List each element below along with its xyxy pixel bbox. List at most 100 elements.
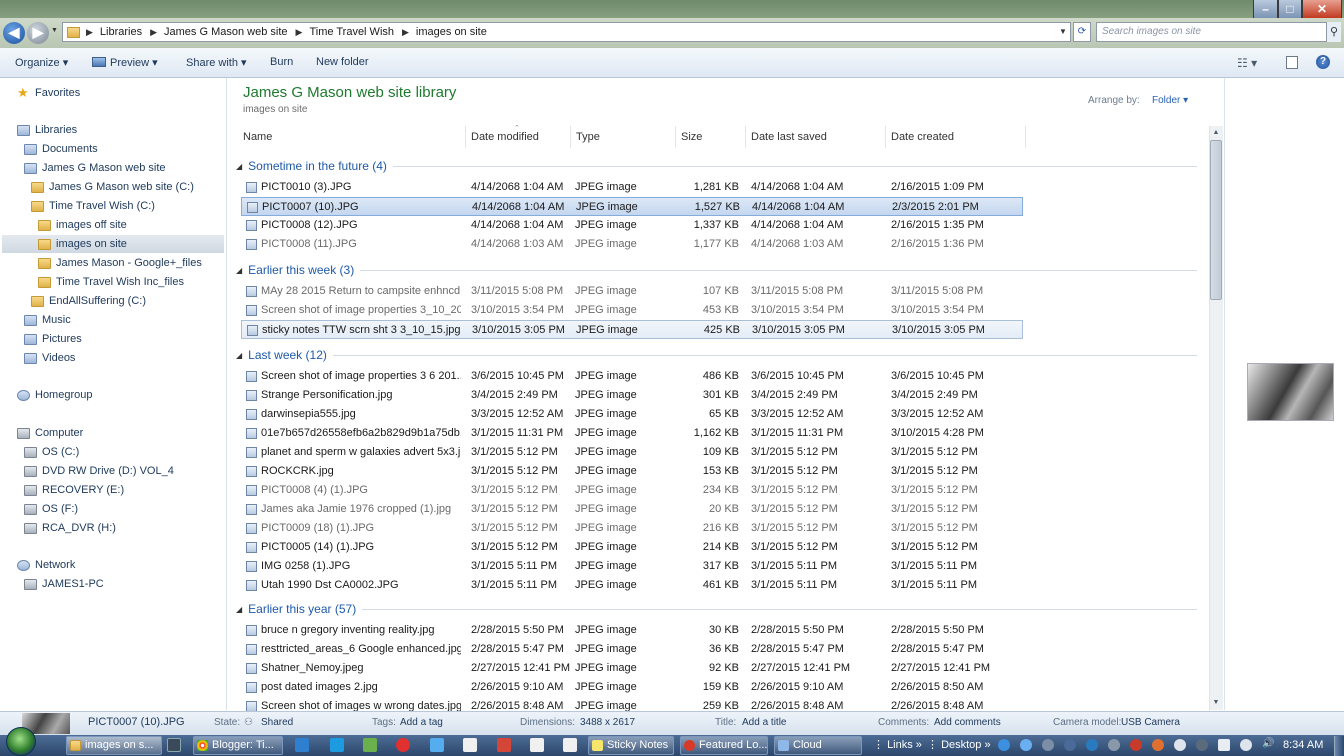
flag-icon[interactable] [1218, 739, 1230, 751]
sidebar-item-images-on-site[interactable]: images on site [2, 235, 224, 253]
view-options-icon[interactable]: ☷ ▾ [1237, 56, 1257, 70]
new-folder-button[interactable]: New folder [316, 56, 369, 68]
taskbar-cloud[interactable]: Cloud [774, 736, 862, 755]
refresh-icon[interactable]: ⟳ [1073, 22, 1091, 42]
app-icon[interactable] [363, 738, 377, 752]
show-desktop-button[interactable] [1334, 736, 1344, 756]
tray-icon[interactable] [1064, 739, 1076, 751]
collapse-triangle-icon[interactable]: ◢ [236, 351, 242, 360]
address-bar[interactable]: ▶ Libraries ▶ James G Mason web site ▶ T… [62, 22, 1071, 42]
recent-pages-chevron-icon[interactable]: ▼ [51, 27, 58, 34]
column-header-date-created[interactable]: Date created [891, 131, 954, 143]
group-header[interactable]: ◢ Sometime in the future (4) [236, 158, 1197, 174]
taskbar-explorer[interactable]: images on s... [66, 736, 162, 755]
preview-pane-icon[interactable] [1286, 56, 1298, 69]
file-row[interactable]: PICT0008 (12).JPG 4/14/2068 1:04 AM JPEG i… [241, 216, 1023, 235]
clock-tray-icon[interactable] [1174, 739, 1186, 751]
taskbar-clock[interactable]: 8:34 AM [1283, 739, 1323, 751]
column-header-type[interactable]: Type [576, 131, 600, 143]
sidebar-item-videos[interactable]: Videos [24, 349, 75, 367]
file-row[interactable]: PICT0008 (11).JPG 4/14/2068 1:03 AM JPEG i… [241, 235, 1023, 254]
sidebar-item-jm-google[interactable]: James Mason - Google+_files [38, 254, 202, 272]
sidebar-item-os-c[interactable]: OS (C:) [24, 443, 79, 461]
organize-button[interactable]: Organize ▾ [15, 56, 68, 69]
file-row[interactable]: Utah 1990 Dst CA0002.JPG 3/1/2015 5:11 PM… [241, 576, 1023, 595]
group-header[interactable]: ◢ Last week (12) [236, 347, 1197, 363]
arrange-by-dropdown[interactable]: Folder ▾ [1152, 95, 1188, 106]
file-row[interactable]: James aka Jamie 1976 cropped (1).jpg 3/1/… [241, 500, 1023, 519]
sidebar-item-os-f[interactable]: OS (F:) [24, 500, 78, 518]
file-row[interactable]: PICT0007 (10).JPG 4/14/2068 1:04 AM JPEG i… [241, 197, 1023, 216]
group-header[interactable]: ◢ Earlier this week (3) [236, 262, 1197, 278]
sidebar-item-james1-pc[interactable]: JAMES1-PC [24, 575, 104, 593]
column-divider[interactable] [570, 126, 571, 148]
document-icon[interactable] [530, 738, 544, 752]
details-title-value[interactable]: Add a title [742, 717, 786, 728]
tray-icon[interactable] [1042, 739, 1054, 751]
sidebar-item-rca[interactable]: RCA_DVR (H:) [24, 519, 116, 537]
search-icon[interactable]: ⚲ [1327, 22, 1341, 42]
file-row[interactable]: 01e7b657d26558efb6a2b829d9b1a75db... 3/1/… [241, 424, 1023, 443]
sidebar-item-homegroup[interactable]: Homegroup [17, 386, 92, 404]
address-dropdown-icon[interactable]: ▼ [1057, 24, 1069, 40]
sidebar-item-pictures[interactable]: Pictures [24, 330, 82, 348]
burn-button[interactable]: Burn [270, 56, 293, 68]
share-with-button[interactable]: Share with ▾ [186, 56, 247, 69]
start-button[interactable] [6, 727, 36, 756]
sidebar-item-jgm-site[interactable]: James G Mason web site [24, 159, 166, 177]
tray-icon[interactable] [1152, 739, 1164, 751]
column-header-size[interactable]: Size [681, 131, 702, 143]
power-icon[interactable] [1196, 739, 1208, 751]
file-row[interactable]: planet and sperm w galaxies advert 5x3.j… [241, 443, 1023, 462]
group-header[interactable]: ◢ Earlier this year (57) [236, 601, 1197, 617]
sidebar-item-documents[interactable]: Documents [24, 140, 98, 158]
file-row[interactable]: post dated images 2.jpg 2/26/2015 9:10 AM… [241, 678, 1023, 697]
taskbar-blogger[interactable]: Blogger: Ti... [193, 736, 283, 755]
tray-icon[interactable] [998, 739, 1010, 751]
preview-button[interactable]: Preview ▾ [110, 56, 158, 69]
sidebar-item-music[interactable]: Music [24, 311, 71, 329]
taskbar-sticky-notes[interactable]: Sticky Notes [588, 736, 674, 755]
sidebar-item-computer[interactable]: Computer [17, 424, 83, 442]
back-arrow-icon[interactable]: ◀ [3, 22, 25, 44]
file-row[interactable]: sticky notes TTW scrn sht 3 3_10_15.jpg 3… [241, 320, 1023, 339]
file-row[interactable]: Screen shot of image properties 3_10_20.… [241, 301, 1023, 320]
column-divider[interactable] [675, 126, 676, 148]
tray-icon[interactable] [1020, 739, 1032, 751]
sidebar-item-endall[interactable]: EndAllSuffering (C:) [31, 292, 146, 310]
search-input[interactable]: Search images on site [1096, 22, 1327, 42]
forward-arrow-icon[interactable]: ▶ [27, 22, 49, 44]
column-header-name[interactable]: Name [243, 131, 272, 143]
maximize-button[interactable]: □ [1278, 0, 1302, 19]
details-tags-value[interactable]: Add a tag [400, 717, 443, 728]
sidebar-item-images-off-site[interactable]: images off site [38, 216, 127, 234]
taskbar-featured[interactable]: Featured Lo... [680, 736, 768, 755]
file-row[interactable]: darwinsepia555.jpg 3/3/2015 12:52 AM JPEG … [241, 405, 1023, 424]
column-divider[interactable] [745, 126, 746, 148]
scroll-up-arrow-icon[interactable]: ▲ [1210, 127, 1222, 139]
collapse-triangle-icon[interactable]: ◢ [236, 162, 242, 171]
tray-icon[interactable] [1130, 739, 1142, 751]
document-icon[interactable] [563, 738, 577, 752]
app-icon[interactable] [295, 738, 309, 752]
app-icon[interactable] [330, 738, 344, 752]
column-header-date-modified[interactable]: Date modified [471, 131, 539, 143]
file-row[interactable]: IMG 0258 (1).JPG 3/1/2015 5:11 PM JPEG ima… [241, 557, 1023, 576]
close-button[interactable]: ✕ [1302, 0, 1342, 19]
file-row[interactable]: bruce n gregory inventing reality.jpg 2/2… [241, 621, 1023, 640]
file-row[interactable]: MAy 28 2015 Return to campsite enhncd...… [241, 282, 1023, 301]
breadcrumb-libraries[interactable]: Libraries [100, 26, 142, 38]
file-row[interactable]: Strange Personification.jpg 3/4/2015 2:49… [241, 386, 1023, 405]
help-icon[interactable]: ? [1316, 55, 1330, 69]
media-player-icon[interactable] [167, 738, 181, 752]
network-tray-icon[interactable] [1240, 739, 1252, 751]
desktop-toolbar[interactable]: ⋮ Desktop » [927, 738, 991, 751]
sidebar-item-network[interactable]: Network [17, 556, 75, 574]
file-row[interactable]: resttricted_areas_6 Google enhanced.jpg 2… [241, 640, 1023, 659]
links-toolbar[interactable]: ⋮ Links » [873, 738, 922, 751]
column-header-date-last-saved[interactable]: Date last saved [751, 131, 827, 143]
sidebar-item-recovery[interactable]: RECOVERY (E:) [24, 481, 124, 499]
sidebar-item-favorites[interactable]: ★ Favorites [17, 84, 80, 102]
collapse-triangle-icon[interactable]: ◢ [236, 605, 242, 614]
collapse-triangle-icon[interactable]: ◢ [236, 266, 242, 275]
